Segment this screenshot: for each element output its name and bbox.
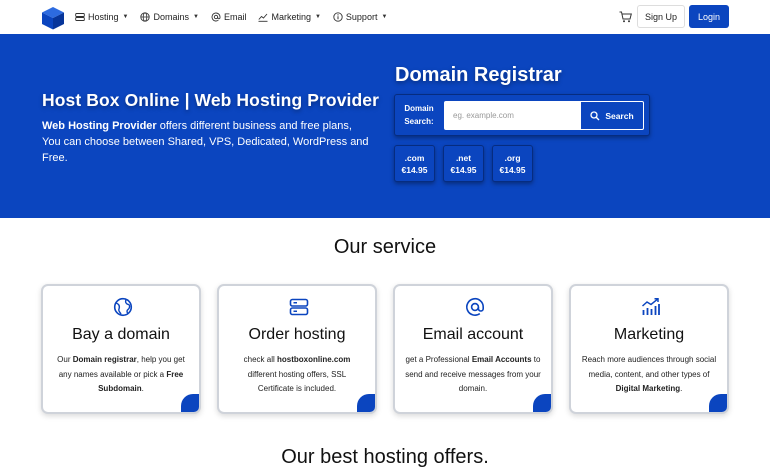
description-text: Our	[57, 355, 73, 364]
globe-icon	[140, 12, 151, 22]
chevron-down-icon: ▼	[314, 14, 321, 20]
search-button[interactable]: Search	[580, 101, 644, 130]
tld-price: €14.95	[499, 165, 526, 175]
signup-button[interactable]: Sign Up	[637, 5, 685, 28]
chart-icon	[258, 12, 268, 22]
domain-search-input[interactable]: eg. example.com	[444, 101, 580, 130]
search-icon	[590, 110, 600, 121]
domain-registrar-title: Domain Registrar	[395, 64, 562, 86]
tld-org-card[interactable]: .org €14.95	[492, 145, 533, 182]
description-bold-text: hostboxonline.com	[277, 355, 351, 364]
service-card-email[interactable]: Email account get a Professional Email A…	[393, 284, 553, 414]
service-card-title: Order hosting	[248, 326, 346, 343]
description-text: .	[141, 384, 144, 393]
domain-search-label-line1: Domain	[404, 104, 434, 113]
card-corner-accent	[709, 394, 727, 412]
domain-search-form: Domain Search: eg. example.com Search	[394, 94, 650, 136]
hero-banner: Host Box Online | Web Hosting Provider W…	[0, 34, 770, 218]
domain-search-label: Domain Search:	[399, 102, 439, 128]
service-card-title: Email account	[422, 326, 524, 343]
card-corner-accent	[533, 394, 551, 412]
globe-icon	[113, 297, 133, 317]
service-card-hosting[interactable]: Order hosting check all hostboxonline.co…	[217, 284, 377, 414]
tld-price: €14.95	[450, 165, 477, 175]
nav-email-label: Email	[223, 12, 247, 22]
description-text: get a Professional	[405, 355, 472, 364]
nav-domains[interactable]: Domains ▼	[140, 12, 199, 22]
service-card-marketing[interactable]: Marketing Reach more audiences through s…	[569, 284, 729, 414]
service-card-title: Marketing	[613, 326, 685, 343]
at-icon	[211, 12, 221, 22]
tld-price: €14.95	[401, 165, 428, 175]
card-corner-accent	[181, 394, 199, 412]
description-text: Reach more audiences through social medi…	[581, 355, 717, 379]
description-bold-text: Domain registrar	[72, 355, 137, 364]
server-icon	[75, 12, 85, 22]
description-text: check all	[243, 355, 277, 364]
chart-icon	[642, 298, 660, 315]
nav-email[interactable]: Email	[211, 12, 247, 22]
service-card-description: check all hostboxonline.com different ho…	[229, 353, 365, 397]
domain-search-label-line2: Search:	[404, 117, 434, 126]
top-navbar: Hosting ▼ Domains ▼ Email Marketing ▼ Su…	[0, 0, 770, 34]
hero-title: Host Box Online | Web Hosting Provider	[42, 90, 380, 110]
cart-icon[interactable]	[619, 11, 632, 23]
hero-description: Web Hosting Provider offers different bu…	[42, 118, 372, 166]
service-card-domain[interactable]: Bay a domain Our Domain registrar, help …	[41, 284, 201, 414]
card-corner-accent	[357, 394, 375, 412]
description-text: .	[680, 384, 683, 393]
service-section-title: Our service	[333, 236, 437, 258]
tld-name: .net	[455, 153, 472, 163]
description-text: different hosting offers, SSL Certificat…	[247, 369, 347, 394]
service-card-description: Our Domain registrar, help you get any n…	[53, 353, 189, 397]
nav-marketing-label: Marketing	[271, 12, 311, 22]
nav-domains-label: Domains	[153, 12, 189, 22]
tld-name: .org	[504, 153, 521, 163]
nav-hosting[interactable]: Hosting ▼	[75, 12, 128, 22]
tld-net-card[interactable]: .net €14.95	[443, 145, 484, 182]
info-icon	[333, 12, 343, 22]
tld-name: .com	[404, 153, 425, 163]
server-icon	[289, 298, 309, 316]
tld-com-card[interactable]: .com €14.95	[394, 145, 435, 182]
search-button-label: Search	[605, 110, 634, 121]
hero-description-bold: Web Hosting Provider	[42, 120, 157, 132]
nav-support-label: Support	[345, 12, 378, 22]
login-button[interactable]: Login	[689, 5, 729, 28]
chevron-down-icon: ▼	[192, 14, 199, 20]
nav-marketing[interactable]: Marketing ▼	[258, 12, 321, 22]
description-bold-text: Email Accounts	[471, 355, 532, 364]
logo-cube-icon[interactable]	[41, 6, 65, 30]
nav-support[interactable]: Support ▼	[333, 12, 387, 22]
at-icon	[466, 298, 485, 316]
chevron-down-icon: ▼	[381, 14, 388, 20]
main-menu: Hosting ▼ Domains ▼ Email Marketing ▼ Su…	[75, 0, 399, 34]
offers-section-title: Our best hosting offers.	[281, 446, 489, 468]
description-bold-text: Digital Marketing	[615, 384, 681, 393]
chevron-down-icon: ▼	[122, 14, 129, 20]
service-card-description: Reach more audiences through social medi…	[581, 353, 717, 397]
nav-hosting-label: Hosting	[88, 12, 119, 22]
service-card-title: Bay a domain	[72, 326, 170, 343]
service-card-description: get a Professional Email Accounts to sen…	[405, 353, 541, 397]
